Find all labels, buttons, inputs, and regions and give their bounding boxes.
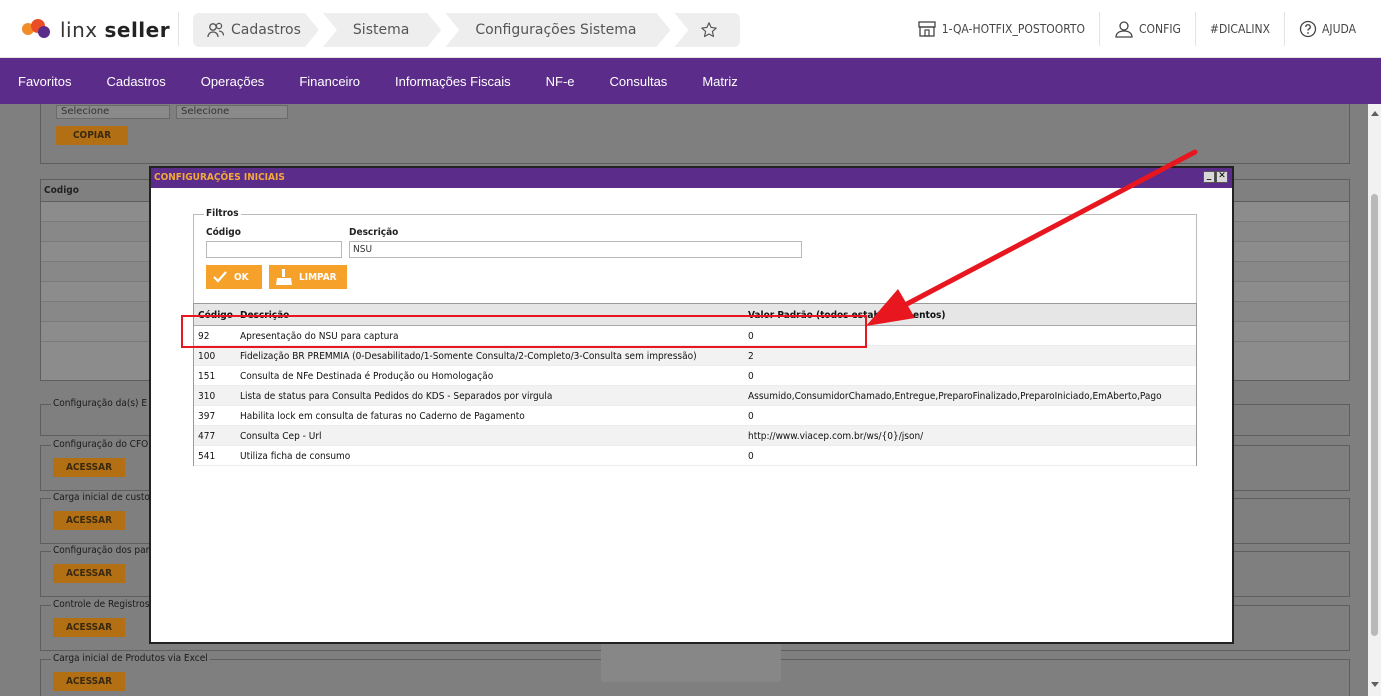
filters-panel: Filtros Código Descrição NSU OK LIMPAR [193,208,1197,306]
store-selector[interactable]: 1-QA-HOTFIX_POSTOORTO [903,12,1099,46]
scroll-down-arrow-icon[interactable] [1371,682,1379,687]
scroll-thumb[interactable] [1371,194,1378,636]
top-right-menu: 1-QA-HOTFIX_POSTOORTO CONFIG #DICALINX A… [903,0,1381,58]
breadcrumb-sistema[interactable]: Sistema [323,13,441,47]
table-row[interactable]: 541 Utiliza ficha de consumo 0 [194,446,1196,466]
help-link[interactable]: AJUDA [1284,12,1381,46]
brand-name: linx seller [60,18,171,42]
access-button[interactable]: ACESSAR [53,618,125,637]
user-icon [1115,21,1133,38]
breadcrumb-configuracoes-sistema[interactable]: Configurações Sistema [445,13,670,47]
scroll-up-arrow-icon[interactable] [1371,111,1379,116]
access-button[interactable]: ACESSAR [53,458,125,477]
help-icon [1299,20,1317,38]
linx-logo-icon [22,19,52,41]
bottom-toolbar [601,642,781,682]
favorite-star-button[interactable] [674,13,741,47]
top-bar: linx seller Cadastros Sistema Configuraç… [0,0,1381,58]
main-nav: Favoritos Cadastros Operações Financeiro… [0,58,1381,104]
table-row[interactable]: 397 Habilita lock em consulta de faturas… [194,406,1196,426]
close-button[interactable]: ✕ [1216,171,1228,183]
clear-button[interactable]: LIMPAR [269,265,347,289]
access-button[interactable]: ACESSAR [53,511,125,530]
linx-seller-logo[interactable]: linx seller [22,16,170,44]
code-input[interactable] [206,241,342,258]
nav-nfe[interactable]: NF-e [528,74,575,89]
breadcrumb-cadastros[interactable]: Cadastros [193,13,319,47]
description-input[interactable]: NSU [349,241,802,258]
broom-icon [276,269,292,285]
nav-financeiro[interactable]: Financeiro [281,74,360,89]
copy-button[interactable]: COPIAR [56,126,128,145]
nav-operacoes[interactable]: Operações [183,74,265,89]
page-scrollbar[interactable] [1368,104,1381,696]
dicalinx-link[interactable]: #DICALINX [1194,12,1284,46]
select-2[interactable]: Selecione [176,105,288,119]
initial-settings-dialog: CONFIGURAÇÕES INICIAIS _ ✕ Filtros Códig… [149,166,1234,644]
checkmark-icon [213,271,227,283]
select-1[interactable]: Selecione [56,105,170,119]
ok-button[interactable]: OK [206,265,262,289]
table-row[interactable]: 310 Lista de status para Consulta Pedido… [194,386,1196,406]
nav-matriz[interactable]: Matriz [684,74,737,89]
table-row[interactable]: 100 Fidelização BR PREMMIA (0-Desabilita… [194,346,1196,366]
nav-informacoes-fiscais[interactable]: Informações Fiscais [377,74,511,89]
user-menu[interactable]: CONFIG [1099,12,1195,46]
table-row[interactable]: 477 Consulta Cep - Url http://www.viacep… [194,426,1196,446]
code-label: Código [206,227,241,238]
nav-favoritos[interactable]: Favoritos [0,74,71,89]
table-row[interactable]: 151 Consulta de NFe Destinada é Produção… [194,366,1196,386]
description-label: Descrição [349,227,399,238]
dialog-title: CONFIGURAÇÕES INICIAIS [151,168,1232,188]
users-icon [207,22,225,38]
store-icon [918,21,936,37]
nav-consultas[interactable]: Consultas [592,74,668,89]
filters-legend: Filtros [204,208,241,219]
star-icon [701,22,718,38]
access-button[interactable]: ACESSAR [53,564,125,583]
nav-cadastros[interactable]: Cadastros [88,74,165,89]
breadcrumb: Cadastros Sistema Configurações Sistema [193,13,744,47]
minimize-button[interactable]: _ [1203,171,1215,183]
access-button[interactable]: ACESSAR [53,672,125,691]
highlight-box [181,315,867,348]
